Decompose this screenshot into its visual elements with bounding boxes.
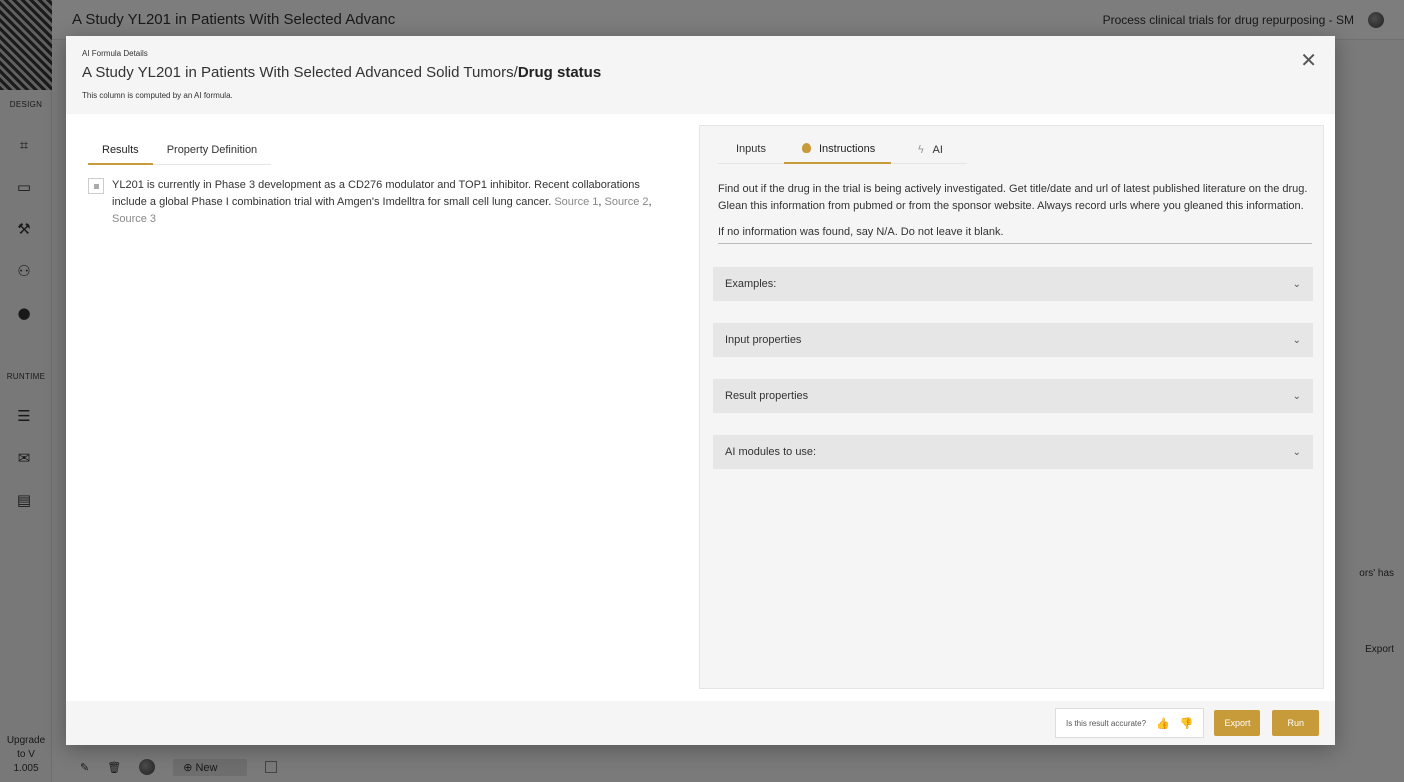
dialog-subtitle: This column is computed by an AI formula… <box>82 91 233 100</box>
examples-accordion[interactable]: Examples: ⌄ <box>713 267 1313 301</box>
export-button[interactable]: Export <box>1214 710 1261 736</box>
thumbs-up-icon[interactable]: 👍 <box>1156 717 1170 730</box>
dialog-kicker: AI Formula Details <box>82 49 148 58</box>
thumbs-down-icon[interactable]: 👎 <box>1180 717 1194 730</box>
bolt-icon: ϟ <box>917 143 925 156</box>
instructions-paragraph-2: If no information was found, say N/A. Do… <box>718 224 1312 244</box>
examples-label: Examples: <box>725 278 777 290</box>
formula-definition-pane: Inputs Instructions ϟ AI Find out if the … <box>699 125 1324 689</box>
input-properties-label: Input properties <box>725 334 802 346</box>
result-text: YL201 is currently in Phase 3 developmen… <box>112 177 677 228</box>
dialog-title: A Study YL201 in Patients With Selected … <box>82 64 1319 81</box>
tab-ai[interactable]: ϟ AI <box>891 143 967 164</box>
instructions-paragraph-1: Find out if the drug in the trial is bei… <box>718 183 1308 212</box>
run-button[interactable]: Run <box>1272 710 1319 736</box>
tab-instructions[interactable]: Instructions <box>783 143 892 164</box>
instructions-text[interactable]: Find out if the drug in the trial is bei… <box>718 181 1312 244</box>
results-pane: Results Property Definition YL201 is cur… <box>66 114 699 701</box>
tab-results[interactable]: Results <box>88 144 153 165</box>
tab-inputs[interactable]: Inputs <box>718 143 784 164</box>
dialog-header: AI Formula Details A Study YL201 in Pati… <box>66 36 1335 114</box>
source-link-2[interactable]: Source 2 <box>604 196 648 208</box>
left-tabs: Results Property Definition <box>88 144 677 165</box>
dialog-footer: Is this result accurate? 👍 👎 Export Run <box>66 701 1335 745</box>
ai-modules-label: AI modules to use: <box>725 446 817 458</box>
close-icon[interactable]: ✕ <box>1300 50 1317 70</box>
source-link-3[interactable]: Source 3 <box>112 213 156 225</box>
result-checkbox[interactable] <box>88 178 104 194</box>
input-properties-accordion[interactable]: Input properties ⌄ <box>713 323 1313 357</box>
chevron-down-icon: ⌄ <box>1292 334 1301 346</box>
tab-property-definition[interactable]: Property Definition <box>152 144 272 165</box>
chevron-down-icon: ⌄ <box>1292 390 1301 402</box>
chevron-down-icon: ⌄ <box>1292 446 1301 458</box>
source-link-1[interactable]: Source 1 <box>554 196 598 208</box>
dialog-title-prefix: A Study YL201 in Patients With Selected … <box>82 64 518 81</box>
ai-formula-details-dialog: AI Formula Details A Study YL201 in Pati… <box>66 36 1335 745</box>
accuracy-question: Is this result accurate? <box>1066 718 1147 728</box>
ai-modules-accordion[interactable]: AI modules to use: ⌄ <box>713 435 1313 469</box>
chevron-down-icon: ⌄ <box>1292 278 1301 290</box>
accuracy-feedback: Is this result accurate? 👍 👎 <box>1055 708 1205 738</box>
right-tabs: Inputs Instructions ϟ AI <box>718 143 1311 164</box>
tab-instructions-label: Instructions <box>818 143 876 155</box>
result-properties-accordion[interactable]: Result properties ⌄ <box>713 379 1313 413</box>
tab-ai-label: AI <box>932 144 943 156</box>
result-properties-label: Result properties <box>725 390 809 402</box>
dialog-title-column: Drug status <box>517 64 602 81</box>
result-item: YL201 is currently in Phase 3 developmen… <box>88 177 677 228</box>
source-separator: , <box>648 196 652 208</box>
lightbulb-icon <box>801 143 811 153</box>
